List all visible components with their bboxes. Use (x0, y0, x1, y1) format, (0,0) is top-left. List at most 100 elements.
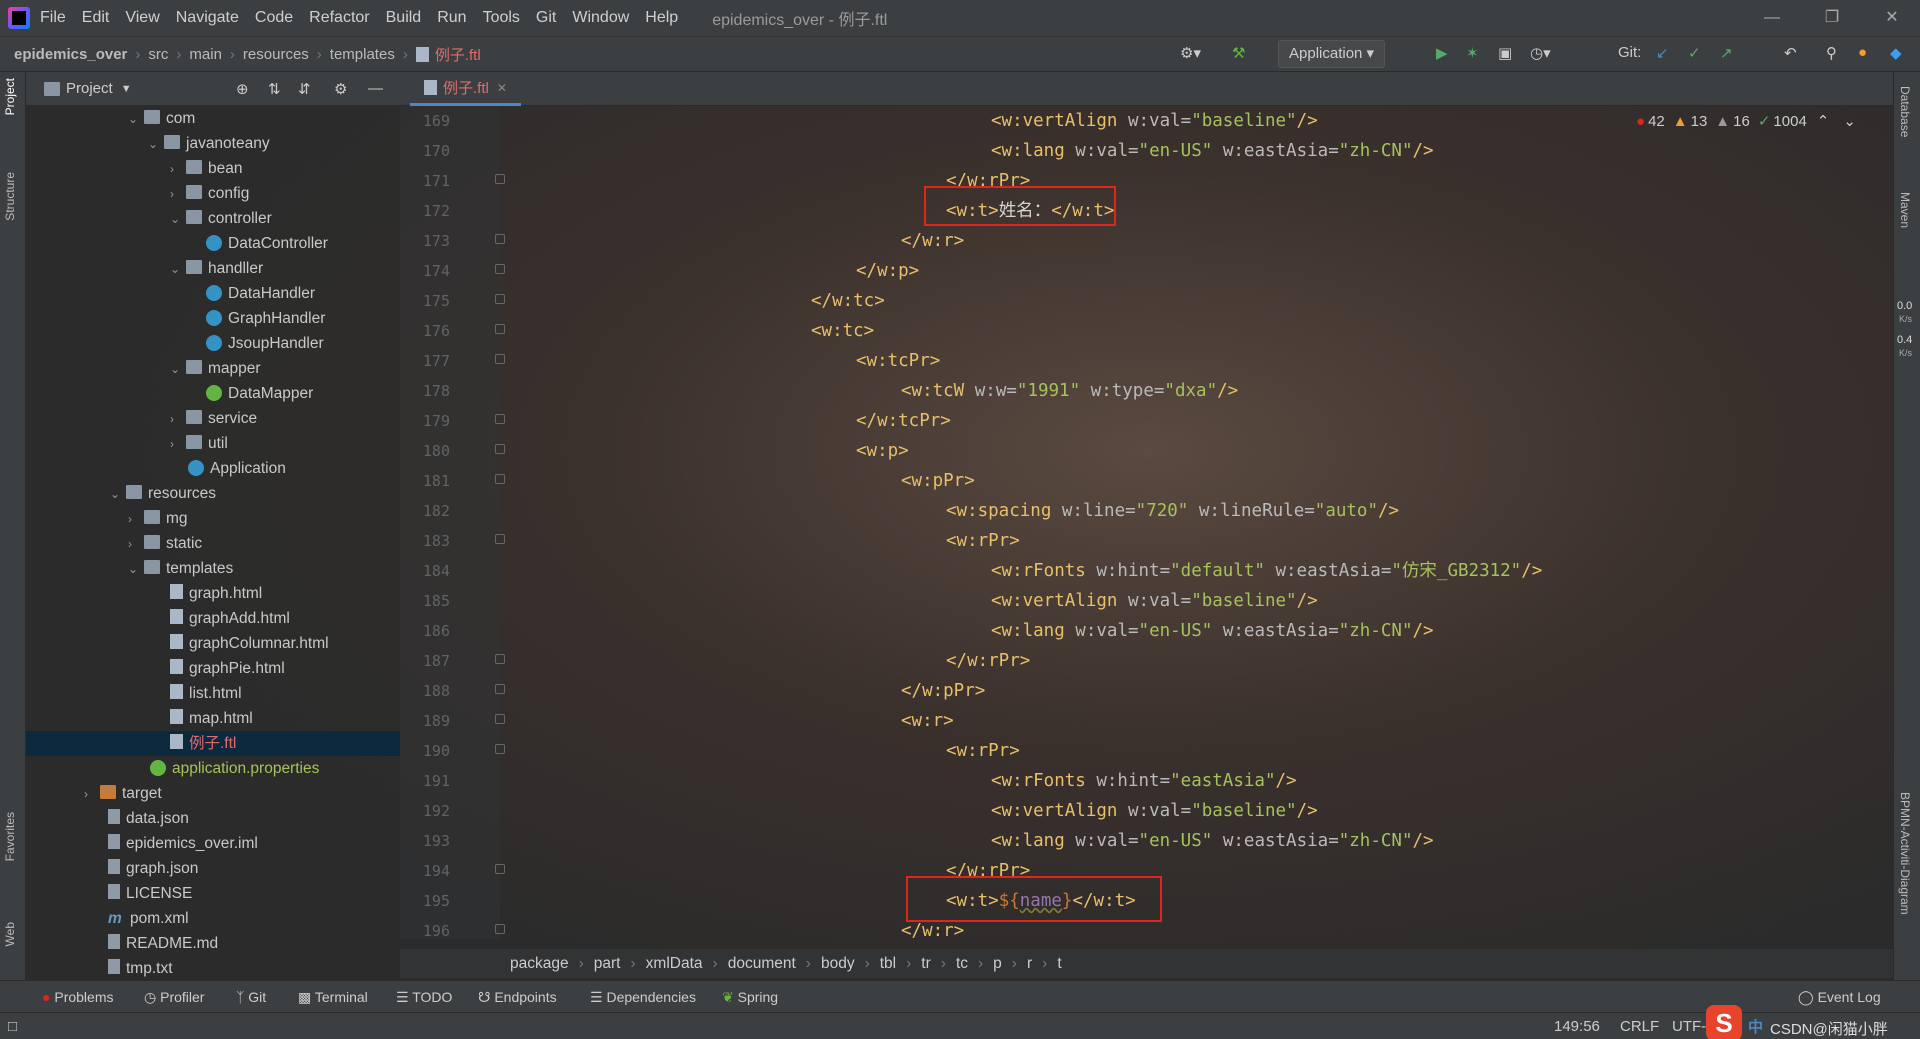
gear-icon[interactable]: ⚙ (334, 80, 347, 98)
editor-tab-active[interactable]: 例子.ftl ✕ (410, 72, 521, 106)
event-log-tool-tab[interactable]: ◯ Event Log (1798, 989, 1881, 1006)
tree-node[interactable]: ⌄ controller (170, 206, 272, 231)
chevron-down-icon[interactable]: ⌄ (1843, 112, 1856, 130)
tree-node[interactable]: ⌄ javanoteany (148, 131, 270, 156)
tab-close-icon[interactable]: ✕ (497, 81, 507, 95)
git-update-icon[interactable]: ↙ (1656, 44, 1669, 66)
tree-node[interactable]: › bean (170, 156, 242, 181)
breadcrumb-item[interactable]: body (821, 955, 855, 973)
tree-node[interactable]: tmp.txt (108, 956, 173, 980)
build-hammer-icon[interactable]: ⚒ (1232, 44, 1245, 66)
tree-node[interactable]: DataHandler (206, 281, 315, 306)
project-tool-tab[interactable]: Project (3, 78, 17, 115)
tree-node[interactable]: graph.json (108, 856, 198, 881)
nav-crumb-project[interactable]: epidemics_over (14, 46, 127, 63)
tree-node[interactable]: ⌄ resources (110, 481, 216, 506)
nav-crumb-templates[interactable]: templates (330, 46, 395, 63)
tree-node[interactable]: graphColumnar.html (170, 631, 329, 656)
tree-node[interactable]: ⌄ com (128, 106, 195, 131)
nav-crumb-main[interactable]: main (189, 46, 222, 63)
expand-all-icon[interactable]: ⇅ (268, 80, 281, 98)
tree-node[interactable]: DataMapper (206, 381, 313, 406)
code-editor[interactable]: <w:vertAlign w:val="baseline"/> <w:lang … (500, 106, 1875, 939)
coverage-icon[interactable]: ▣ (1498, 44, 1512, 66)
updates-icon[interactable]: ● (1858, 44, 1867, 66)
menu-navigate[interactable]: Navigate (176, 9, 239, 27)
run-config-selector[interactable]: Application ▾ (1278, 40, 1386, 68)
tree-node[interactable]: DataController (206, 231, 328, 256)
web-tool-tab[interactable]: Web (3, 922, 17, 946)
debug-icon[interactable]: ✶ (1466, 44, 1479, 66)
run-icon[interactable]: ▶ (1436, 44, 1448, 66)
maven-tool-tab[interactable]: Maven (1898, 192, 1912, 228)
nav-crumb-resources[interactable]: resources (243, 46, 309, 63)
minimize-icon[interactable]: — (1744, 0, 1800, 36)
breadcrumb-item[interactable]: xmlData (646, 955, 703, 973)
breadcrumb-item[interactable]: document (728, 955, 796, 973)
tree-node[interactable]: › util (170, 431, 228, 456)
menu-window[interactable]: Window (572, 9, 629, 27)
tree-node[interactable]: GraphHandler (206, 306, 325, 331)
menu-tools[interactable]: Tools (483, 9, 520, 27)
tree-node[interactable]: ⌄ handller (170, 256, 263, 281)
breadcrumb-item[interactable]: t (1057, 955, 1061, 973)
ime-mode[interactable]: 中 (1748, 1016, 1763, 1037)
file-encoding[interactable]: UTF- (1672, 1018, 1706, 1035)
chevron-up-icon[interactable]: ⌃ (1817, 112, 1830, 130)
tree-node[interactable]: data.json (108, 806, 189, 831)
tree-node[interactable]: JsoupHandler (206, 331, 324, 356)
project-panel-title[interactable]: Project (66, 80, 113, 97)
menu-view[interactable]: View (125, 9, 159, 27)
inspection-widget[interactable]: ● 42 ▲ 13 ▲ 16 ✓ 1004 ⌃ ⌄ (1636, 112, 1856, 131)
tree-node[interactable]: › target (84, 781, 162, 806)
breadcrumb-item[interactable]: tr (921, 955, 930, 973)
restore-icon[interactable]: ❐ (1804, 0, 1860, 36)
tree-node[interactable]: graph.html (170, 581, 262, 606)
tree-node[interactable]: m pom.xml (108, 906, 189, 931)
tree-node[interactable]: graphPie.html (170, 656, 285, 681)
tree-node[interactable]: ⌄ mapper (170, 356, 261, 381)
tree-node-selected[interactable]: 例子.ftl (26, 731, 400, 756)
tree-node[interactable]: list.html (170, 681, 242, 706)
tree-node[interactable]: graphAdd.html (170, 606, 290, 631)
chevron-down-icon[interactable]: ▼ (121, 83, 132, 95)
tree-node[interactable]: ⌄ templates (128, 556, 233, 581)
bpmn-tool-tab[interactable]: BPMN-Activiti-Diagram (1898, 792, 1912, 915)
tree-node[interactable]: epidemics_over.iml (108, 831, 258, 856)
tree-node[interactable]: LICENSE (108, 881, 192, 906)
locate-icon[interactable]: ⊕ (236, 80, 249, 98)
profiler-tool-tab[interactable]: ◷ Profiler (144, 989, 204, 1006)
breadcrumb-item[interactable]: r (1027, 955, 1032, 973)
terminal-tool-tab[interactable]: ▩ Terminal (298, 989, 368, 1006)
nav-crumb-src[interactable]: src (148, 46, 168, 63)
caret-position[interactable]: 149:56 (1554, 1018, 1600, 1035)
tree-node[interactable]: › static (128, 531, 202, 556)
database-tool-tab[interactable]: Database (1898, 86, 1912, 137)
spring-tool-tab[interactable]: ❦ Spring (722, 989, 778, 1006)
tree-node[interactable]: application.properties (150, 756, 319, 781)
tree-node[interactable]: › mg (128, 506, 188, 531)
tree-node[interactable]: › service (170, 406, 257, 431)
collapse-all-icon[interactable]: ⇵ (298, 80, 311, 98)
todo-tool-tab[interactable]: ☰ TODO (396, 989, 452, 1006)
tree-node[interactable]: › config (170, 181, 249, 206)
menu-git[interactable]: Git (536, 9, 556, 27)
structure-tool-tab[interactable]: Structure (3, 172, 17, 221)
breadcrumb-item[interactable]: package (510, 955, 569, 973)
menu-build[interactable]: Build (386, 9, 422, 27)
layout-toggle-icon[interactable]: □ (8, 1018, 17, 1035)
breadcrumb-item[interactable]: tc (956, 955, 968, 973)
sogou-ime-icon[interactable]: S (1706, 1005, 1742, 1039)
git-commit-icon[interactable]: ✓ (1688, 44, 1701, 66)
line-separator[interactable]: CRLF (1620, 1018, 1659, 1035)
git-tool-tab[interactable]: ᛉ Git (236, 989, 266, 1005)
menu-file[interactable]: File (40, 9, 66, 27)
menu-edit[interactable]: Edit (82, 9, 110, 27)
nav-crumb-file[interactable]: 例子.ftl (435, 44, 481, 65)
tree-node[interactable]: map.html (170, 706, 253, 731)
tree-node[interactable]: README.md (108, 931, 218, 956)
breadcrumb-item[interactable]: tbl (880, 955, 896, 973)
menu-help[interactable]: Help (645, 9, 678, 27)
hide-panel-icon[interactable]: — (368, 80, 383, 97)
git-push-icon[interactable]: ↗ (1720, 44, 1733, 66)
